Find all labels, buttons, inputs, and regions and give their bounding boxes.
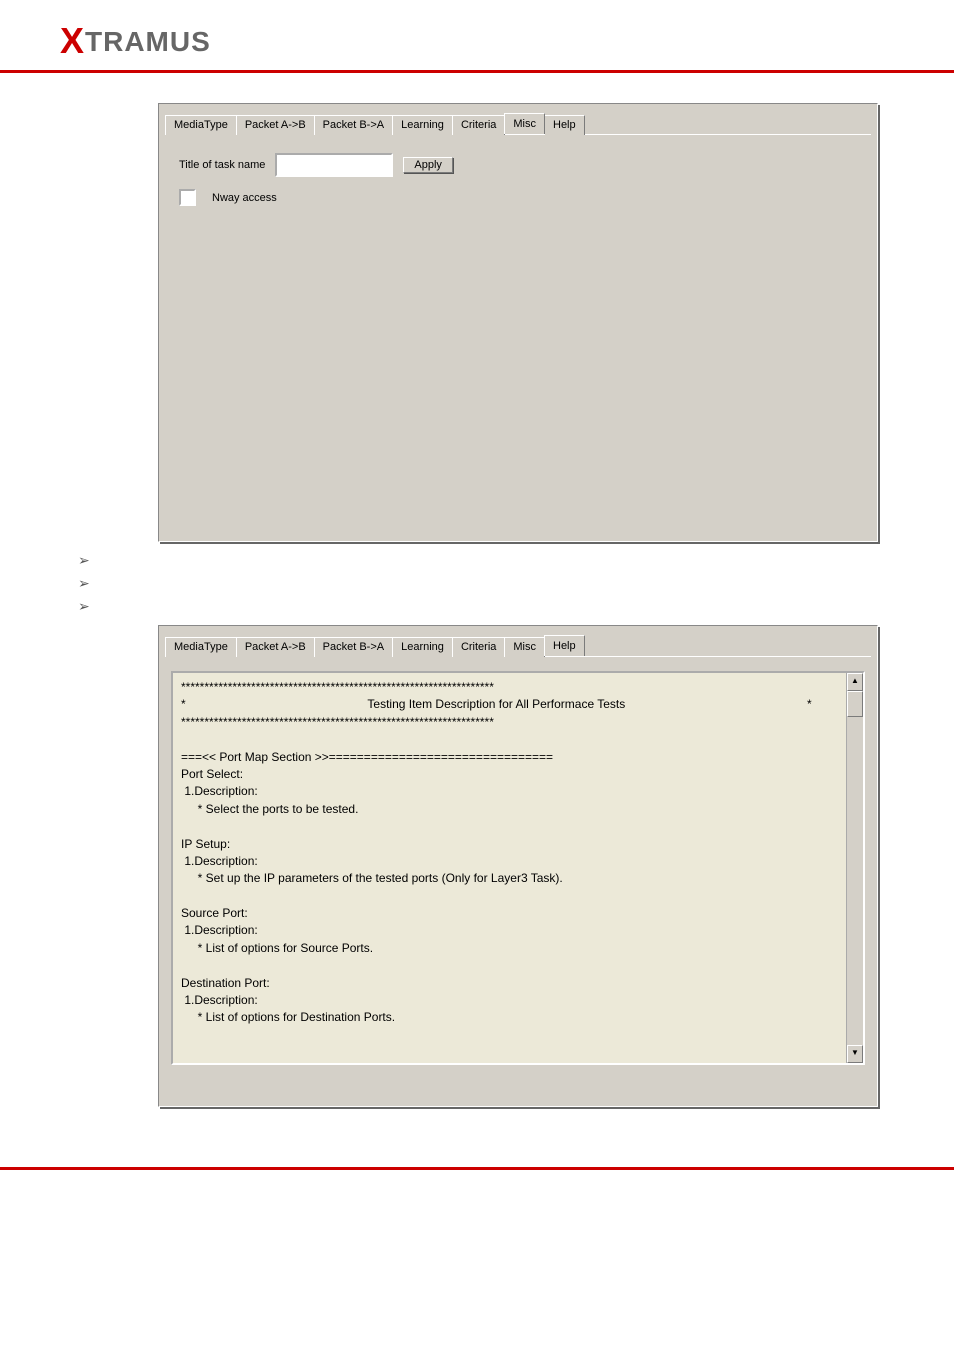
help-panel: MediaType Packet A->B Packet B->A Learni… bbox=[158, 625, 878, 1107]
scrollbar[interactable]: ▲ ▼ bbox=[846, 673, 863, 1063]
footer-rule bbox=[0, 1167, 954, 1170]
page-header: XTRAMUS bbox=[0, 0, 954, 70]
logo: XTRAMUS bbox=[60, 26, 211, 57]
tab-mediatype[interactable]: MediaType bbox=[165, 637, 237, 657]
bullet-icon: ➢ bbox=[78, 598, 954, 615]
nway-label: Nway access bbox=[212, 192, 277, 204]
tab-packet-ba[interactable]: Packet B->A bbox=[314, 115, 393, 135]
scroll-down-icon[interactable]: ▼ bbox=[847, 1045, 863, 1063]
misc-panel: MediaType Packet A->B Packet B->A Learni… bbox=[158, 103, 878, 542]
misc-body: Title of task name Apply Nway access bbox=[159, 135, 877, 541]
tab-help[interactable]: Help bbox=[544, 115, 585, 135]
tab-packet-ab[interactable]: Packet A->B bbox=[236, 115, 315, 135]
tab-criteria[interactable]: Criteria bbox=[452, 115, 505, 135]
tab-mediatype[interactable]: MediaType bbox=[165, 115, 237, 135]
tab-learning[interactable]: Learning bbox=[392, 115, 453, 135]
bullet-list: ➢ ➢ ➢ bbox=[78, 552, 954, 615]
help-content: ****************************************… bbox=[173, 673, 846, 1063]
bullet-icon: ➢ bbox=[78, 575, 954, 592]
tab-criteria[interactable]: Criteria bbox=[452, 637, 505, 657]
title-of-task-label: Title of task name bbox=[179, 159, 265, 171]
tab-learning[interactable]: Learning bbox=[392, 637, 453, 657]
tab-help[interactable]: Help bbox=[544, 635, 585, 656]
tab-packet-ba[interactable]: Packet B->A bbox=[314, 637, 393, 657]
tab-packet-ab[interactable]: Packet A->B bbox=[236, 637, 315, 657]
nway-checkbox[interactable] bbox=[179, 189, 196, 206]
bullet-icon: ➢ bbox=[78, 552, 954, 569]
apply-button[interactable]: Apply bbox=[403, 157, 453, 173]
tab-misc[interactable]: Misc bbox=[504, 637, 545, 657]
tab-misc[interactable]: Misc bbox=[504, 113, 545, 134]
tab-strip-misc: MediaType Packet A->B Packet B->A Learni… bbox=[165, 112, 877, 134]
scroll-up-icon[interactable]: ▲ bbox=[847, 673, 863, 691]
task-name-input[interactable] bbox=[275, 153, 393, 177]
help-textbox: ****************************************… bbox=[171, 671, 865, 1065]
tab-strip-help: MediaType Packet A->B Packet B->A Learni… bbox=[165, 634, 877, 656]
scroll-thumb[interactable] bbox=[847, 691, 863, 717]
